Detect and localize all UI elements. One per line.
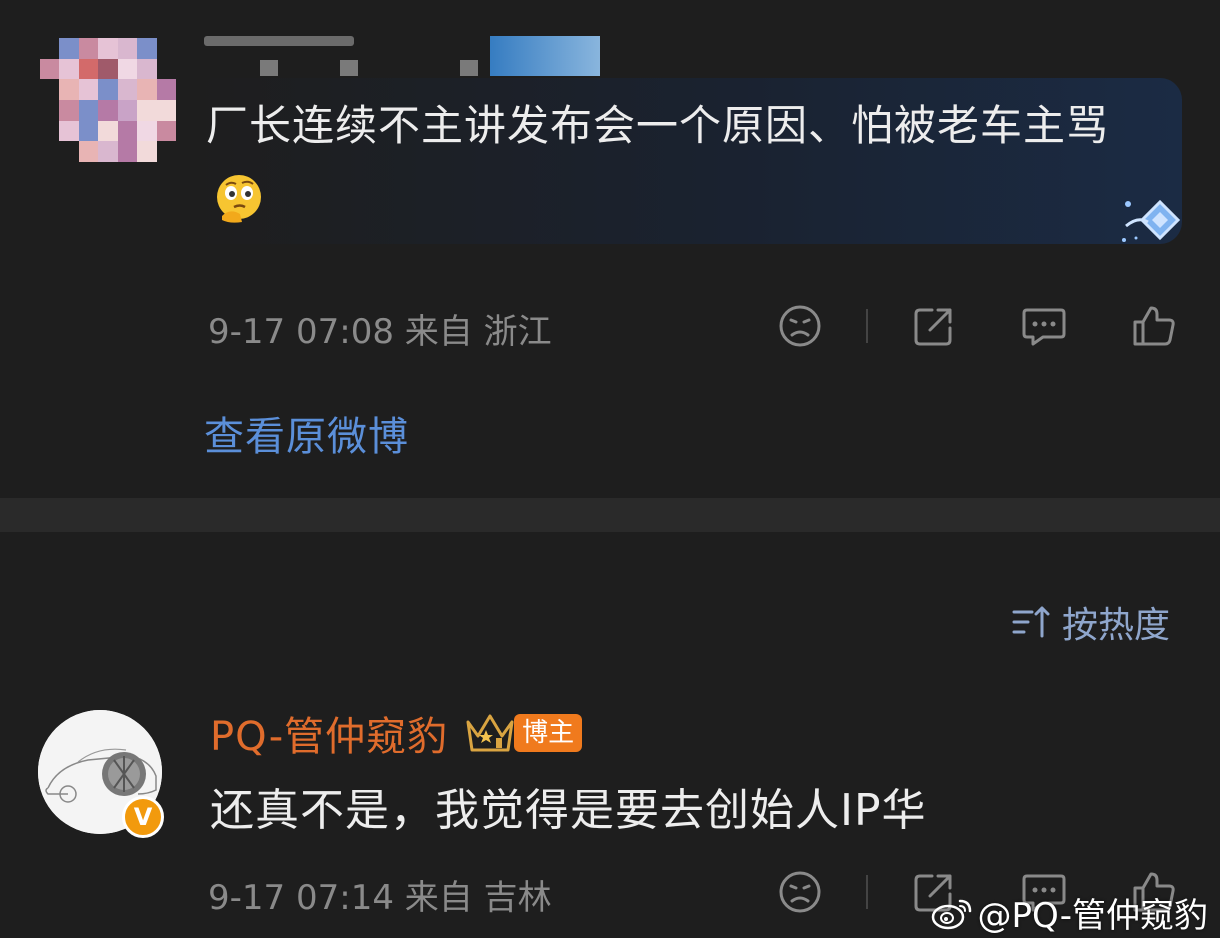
sort-icon xyxy=(1012,606,1050,638)
mosaic-tile xyxy=(137,79,157,100)
mosaic-tile xyxy=(78,99,99,121)
verified-badge: V xyxy=(122,796,164,838)
post-meta: 9-17 07:08 来自 浙江 xyxy=(208,302,1198,353)
original-post: 厂长连续不主讲发布会一个原因、怕被老车主骂 9-17 07:08 来自 浙江 查… xyxy=(0,0,1220,498)
comment-dislike-button[interactable] xyxy=(776,868,824,916)
mosaic-tile xyxy=(156,79,176,100)
comment-button[interactable] xyxy=(1020,302,1068,350)
mosaic-tile xyxy=(40,38,59,59)
share-icon xyxy=(914,308,952,346)
mosaic-tile xyxy=(98,58,118,80)
post-actions xyxy=(776,302,1178,350)
section-divider xyxy=(0,498,1220,532)
mosaic-tile xyxy=(78,79,99,100)
mosaic-tile xyxy=(137,120,157,142)
view-original-link[interactable]: 查看原微博 xyxy=(204,404,409,462)
weibo-logo-icon xyxy=(931,899,971,929)
mosaic-tile xyxy=(40,58,60,80)
mosaic-tile xyxy=(40,141,59,162)
post-text: 厂长连续不主讲发布会一个原因、怕被老车主骂 xyxy=(206,88,1156,240)
mosaic-tile xyxy=(59,99,79,121)
mosaic-tile xyxy=(98,99,118,121)
mosaic-tile xyxy=(137,99,157,121)
mosaic-tile xyxy=(117,58,138,80)
page: 厂长连续不主讲发布会一个原因、怕被老车主骂 9-17 07:08 来自 浙江 查… xyxy=(0,0,1220,938)
mosaic-tile xyxy=(117,79,138,100)
mosaic-tile xyxy=(117,99,138,121)
comment-timestamp: 9-17 07:14 xyxy=(208,878,394,918)
post-avatar[interactable] xyxy=(40,38,176,162)
comment-header: PQ-管仲窥豹 博主 xyxy=(210,704,583,762)
diamond-badge-icon xyxy=(1122,199,1181,242)
mosaic-tile xyxy=(59,58,79,80)
mosaic-tile xyxy=(59,79,79,100)
mosaic-tile xyxy=(117,38,138,59)
mosaic-tile xyxy=(156,99,176,121)
comment-text: 还真不是，我觉得是要去创始人IP华 xyxy=(210,785,927,836)
post-timestamp: 9-17 07:08 xyxy=(208,312,394,352)
mosaic-tile xyxy=(59,141,78,162)
mosaic-tile xyxy=(137,141,157,162)
mosaic-tile xyxy=(156,120,176,142)
share-button[interactable] xyxy=(910,302,958,350)
mosaic-tile xyxy=(78,38,99,59)
poster-tag: 博主 xyxy=(514,714,583,752)
mosaic-tile xyxy=(157,59,176,80)
comment-icon xyxy=(1022,308,1066,346)
comment-meta-text: 9-17 07:14 来自 吉林 xyxy=(208,870,552,919)
watermark-text: @PQ-管仲窥豹 xyxy=(977,896,1208,936)
mosaic-tile xyxy=(117,141,138,162)
mosaic-tile xyxy=(78,141,99,162)
action-divider xyxy=(866,875,868,909)
post-location: 浙江 xyxy=(483,312,552,352)
mosaic-tile xyxy=(78,58,99,80)
comment-source-prefix: 来自 xyxy=(404,878,473,918)
like-button[interactable] xyxy=(1130,302,1178,350)
sad-face-icon xyxy=(779,305,821,347)
post-meta-text: 9-17 07:08 来自 浙江 xyxy=(208,304,552,353)
action-divider xyxy=(866,309,868,343)
comment-author[interactable]: PQ-管仲窥豹 xyxy=(210,704,448,762)
mosaic-tile xyxy=(40,79,60,100)
dislike-button[interactable] xyxy=(776,302,824,350)
crown-icon xyxy=(466,714,514,752)
mosaic-tile xyxy=(137,58,157,80)
mosaic-tile xyxy=(137,38,157,59)
mosaic-tile xyxy=(117,120,138,142)
mosaic-tile xyxy=(40,100,59,121)
thinking-emoji-icon xyxy=(217,175,261,223)
post-source-prefix: 来自 xyxy=(404,312,473,352)
mosaic-tile xyxy=(98,38,118,59)
comment-location: 吉林 xyxy=(483,878,552,918)
post-username-blurred[interactable] xyxy=(200,30,600,76)
mosaic-tile xyxy=(40,121,59,142)
sad-face-icon xyxy=(779,871,821,913)
mosaic-tile xyxy=(78,120,99,142)
mosaic-tile xyxy=(59,38,79,59)
mosaic-tile xyxy=(98,141,118,162)
mosaic-tile xyxy=(59,120,79,142)
watermark: @PQ-管仲窥豹 xyxy=(930,888,1208,937)
mosaic-tile xyxy=(157,38,176,59)
post-text-content: 厂长连续不主讲发布会一个原因、怕被老车主骂 xyxy=(206,101,1110,150)
mosaic-tile xyxy=(98,120,118,142)
thumbs-up-icon xyxy=(1133,306,1175,346)
mosaic-tile xyxy=(98,79,118,100)
sort-label: 按热度 xyxy=(1061,605,1170,646)
sort-toggle[interactable]: 按热度 xyxy=(1010,596,1170,648)
mosaic-tile xyxy=(157,141,176,162)
